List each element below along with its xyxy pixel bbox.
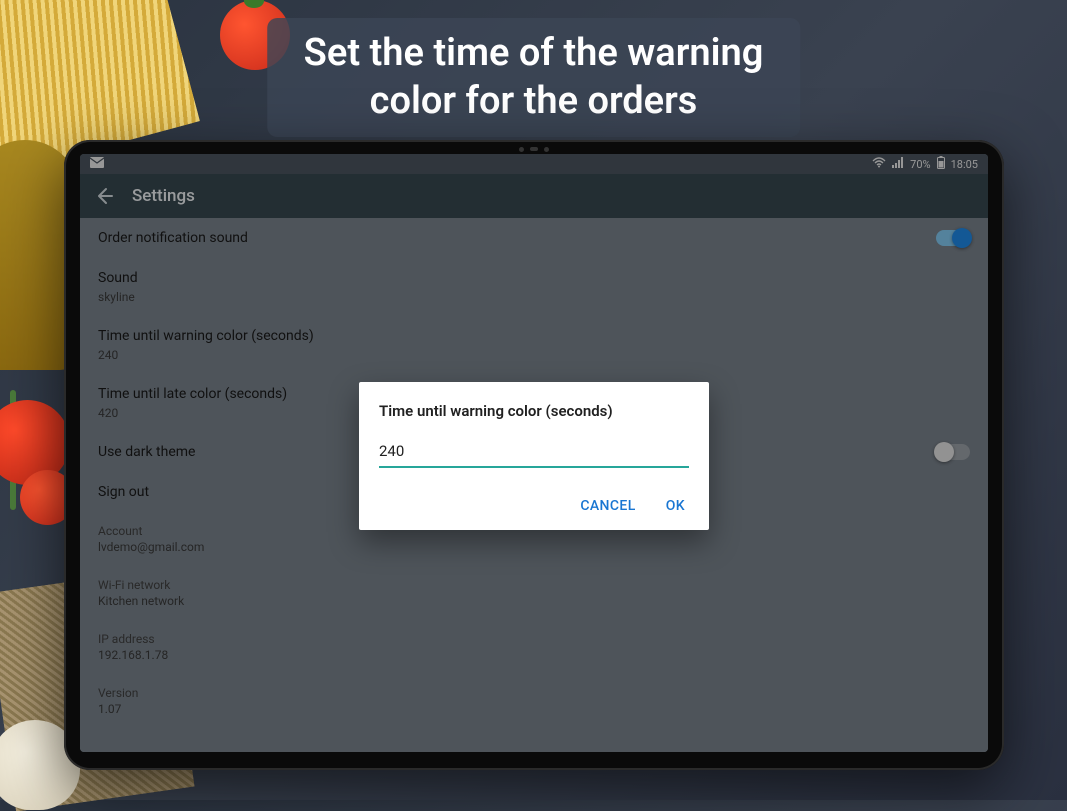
promo-banner: Set the time of the warning color for th… [267,18,801,137]
warning-seconds-input[interactable] [379,438,689,468]
tablet-screen: 70% 18:05 Settings Order notification so… [80,154,988,752]
dialog-title: Time until warning color (seconds) [379,402,689,420]
ok-button[interactable]: OK [662,492,689,520]
tablet-frame: 70% 18:05 Settings Order notification so… [64,140,1004,770]
cancel-button[interactable]: CANCEL [576,492,639,520]
dialog-warning-color: Time until warning color (seconds) CANCE… [359,382,709,530]
